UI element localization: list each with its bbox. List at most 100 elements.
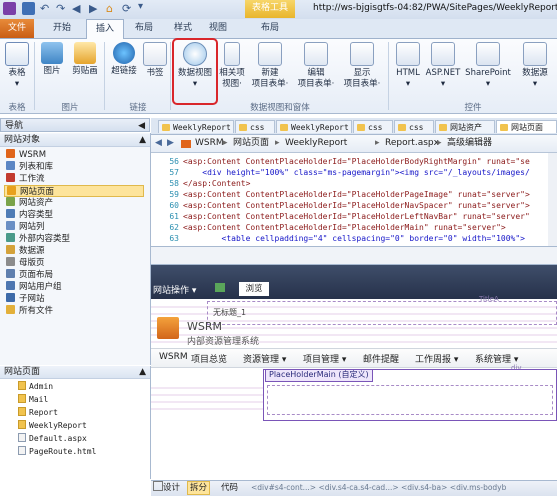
site-actions-menu[interactable]: 网站操作 ▾ bbox=[153, 283, 196, 296]
picture-button[interactable]: 图片 bbox=[38, 40, 66, 77]
code-text: <asp:Content ContentPlaceHolderId="Place… bbox=[183, 223, 506, 232]
splitter-bar[interactable] bbox=[151, 247, 557, 265]
nav-item-data-sources[interactable]: 数据源 bbox=[6, 245, 45, 257]
split-view-button[interactable]: 拆分 bbox=[187, 481, 211, 495]
browse-tab[interactable]: 浏览 bbox=[239, 282, 269, 296]
nav-item-site-pages[interactable]: 网站页面 bbox=[4, 185, 144, 197]
doc-tab[interactable]: css bbox=[235, 120, 275, 133]
code-text: <table cellpadding="4" cellspacing="0" b… bbox=[183, 234, 525, 243]
edit-form-label-2: 项目表单· bbox=[297, 79, 335, 89]
file-item[interactable]: Admin bbox=[18, 381, 53, 393]
breadcrumb-item-pages[interactable]: 网站页面 bbox=[233, 135, 269, 152]
datasource-button[interactable]: 数据源 ▾ bbox=[516, 40, 554, 90]
top-nav-item-dropdown[interactable]: 工作周报 ▾ bbox=[415, 352, 458, 365]
code-editor[interactable]: 56 <asp:Content ContentPlaceHolderId="Pla… bbox=[151, 153, 557, 247]
doc-tab[interactable]: WeeklyReport bbox=[158, 120, 234, 133]
content-table[interactable] bbox=[267, 385, 553, 415]
related-item-view-button[interactable]: 相关项 视图· bbox=[218, 40, 246, 90]
file-item[interactable]: Mail bbox=[18, 394, 48, 406]
untitled-label: 无标题_1 bbox=[213, 308, 247, 317]
doc-tab-active[interactable]: 网站页面 bbox=[496, 120, 557, 133]
doc-tab[interactable]: css bbox=[394, 120, 434, 133]
nav-item-master-pages[interactable]: 母版页 bbox=[6, 257, 45, 269]
back-icon[interactable]: ◀ bbox=[155, 135, 162, 152]
undo-icon[interactable]: ↶ bbox=[40, 2, 49, 15]
nav-item-page-layouts[interactable]: 页面布局 bbox=[6, 269, 53, 281]
top-nav-item[interactable]: WSRM bbox=[159, 352, 188, 362]
tab-home[interactable]: 开始 bbox=[42, 19, 82, 38]
navigate-up-icon[interactable] bbox=[215, 283, 225, 292]
customize-quick-access-icon[interactable]: ▾ bbox=[138, 1, 143, 12]
content-type-icon bbox=[6, 209, 15, 218]
new-item-form-button[interactable]: 新建 项目表单· bbox=[248, 40, 292, 90]
nav-item-external-content-types[interactable]: 外部内容类型 bbox=[6, 233, 70, 245]
hyperlink-button[interactable]: 超链接 bbox=[108, 40, 140, 77]
nav-item-workflows[interactable]: 工作流 bbox=[6, 173, 45, 185]
pin-icon[interactable]: ▲ bbox=[139, 366, 146, 379]
tag-path[interactable]: <div#s4-cont...> <div.s4-ca.s4-cad...> <… bbox=[251, 481, 506, 495]
nav-item-label: 母版页 bbox=[19, 258, 45, 268]
site-icon bbox=[6, 149, 15, 158]
site-icon bbox=[181, 140, 191, 148]
table-button[interactable]: 表格 ▾ bbox=[2, 40, 32, 90]
sharepoint-button[interactable]: SharePoint ▾ bbox=[462, 40, 514, 90]
code-line: 57 <div height="100%" class="ms-pagemarg… bbox=[151, 167, 529, 178]
html-button[interactable]: HTML ▾ bbox=[392, 40, 424, 90]
nav-item-site-columns[interactable]: 网站列 bbox=[6, 221, 45, 233]
top-nav-item[interactable]: 邮件提醒 bbox=[363, 352, 399, 365]
title-placeholder[interactable] bbox=[207, 301, 557, 325]
pin-icon[interactable]: ▲ bbox=[139, 134, 146, 147]
doc-tab[interactable]: css bbox=[353, 120, 393, 133]
doc-tab[interactable]: 网站资产 bbox=[435, 120, 495, 133]
doc-tab[interactable]: WeeklyReport bbox=[276, 120, 352, 133]
aspnet-button[interactable]: ASP.NET ▾ bbox=[424, 40, 462, 90]
nav-item-all-files[interactable]: 所有文件 bbox=[6, 305, 53, 317]
top-nav-item-dropdown[interactable]: 资源管理 ▾ bbox=[243, 352, 286, 365]
back-icon[interactable]: ◀ bbox=[72, 2, 80, 15]
nav-item-subsites[interactable]: 子网站 bbox=[6, 293, 45, 305]
tab-layout[interactable]: 布局 bbox=[124, 19, 164, 38]
refresh-icon[interactable]: ⟳ bbox=[122, 2, 131, 15]
home-icon[interactable]: ⌂ bbox=[106, 2, 113, 15]
forward-icon[interactable]: ▶ bbox=[167, 135, 174, 152]
breadcrumb-item-weekly[interactable]: WeeklyReport bbox=[285, 135, 347, 152]
nav-item-wsrm[interactable]: WSRM bbox=[6, 149, 46, 161]
file-item[interactable]: Default.aspx bbox=[18, 433, 87, 445]
code-line: 58 </asp:Content> bbox=[151, 178, 250, 189]
tab-file[interactable]: 文件 bbox=[0, 19, 34, 38]
line-number: 62 bbox=[169, 223, 179, 232]
code-scrollbar[interactable] bbox=[548, 153, 557, 246]
display-item-form-button[interactable]: 显示 项目表单· bbox=[340, 40, 384, 90]
file-item[interactable]: WeeklyReport bbox=[18, 420, 87, 432]
file-item[interactable]: PageRoute.html bbox=[18, 446, 96, 458]
bookmark-button[interactable]: 书签 bbox=[142, 40, 168, 79]
file-item[interactable]: Report bbox=[18, 407, 58, 419]
edit-item-form-button[interactable]: 编辑 项目表单· bbox=[294, 40, 338, 90]
tab-insert[interactable]: 插入 bbox=[86, 19, 124, 40]
breadcrumb-item-editor[interactable]: 高级编辑器 bbox=[447, 135, 492, 152]
nav-item-site-groups[interactable]: 网站用户组 bbox=[6, 281, 62, 293]
nav-item-lists[interactable]: 列表和库 bbox=[6, 161, 53, 173]
redo-icon[interactable]: ↷ bbox=[56, 2, 65, 15]
nav-item-site-assets[interactable]: 网站资产 bbox=[6, 197, 53, 209]
tab-view[interactable]: 视图 bbox=[202, 19, 234, 38]
clipart-button[interactable]: 剪贴画 bbox=[68, 40, 102, 77]
breadcrumb-item-file[interactable]: Report.aspx bbox=[385, 135, 439, 152]
tab-table-layout[interactable]: 布局 bbox=[245, 19, 295, 38]
forward-icon[interactable]: ▶ bbox=[89, 2, 97, 15]
save-icon[interactable] bbox=[22, 2, 35, 15]
code-view-button[interactable]: 代码 bbox=[221, 481, 238, 495]
top-nav-item[interactable]: 项目总览 bbox=[191, 352, 227, 365]
breadcrumb-item-wsrm[interactable]: WSRM bbox=[195, 135, 224, 152]
placeholder-main-label[interactable]: PlaceHolderMain (自定义) bbox=[265, 369, 373, 382]
nav-item-label: 数据源 bbox=[19, 246, 45, 256]
tab-style[interactable]: 样式 bbox=[164, 19, 202, 38]
top-nav-item-dropdown[interactable]: 项目管理 ▾ bbox=[303, 352, 346, 365]
site-objects-title: 网站对象 bbox=[4, 135, 41, 145]
nav-item-content-types[interactable]: 内容类型 bbox=[6, 209, 53, 221]
collapse-icon[interactable]: ◀ bbox=[138, 119, 145, 133]
nav-item-label: 列表和库 bbox=[19, 162, 54, 172]
design-view-button[interactable]: 设计 bbox=[153, 481, 180, 495]
code-text: <asp:Content ContentPlaceHolderId="Place… bbox=[183, 190, 530, 199]
design-view[interactable]: 网站操作 ▾ 浏览 TitleA 无标题_1 WSRM 内部资源管理系统 WSR… bbox=[151, 265, 557, 479]
